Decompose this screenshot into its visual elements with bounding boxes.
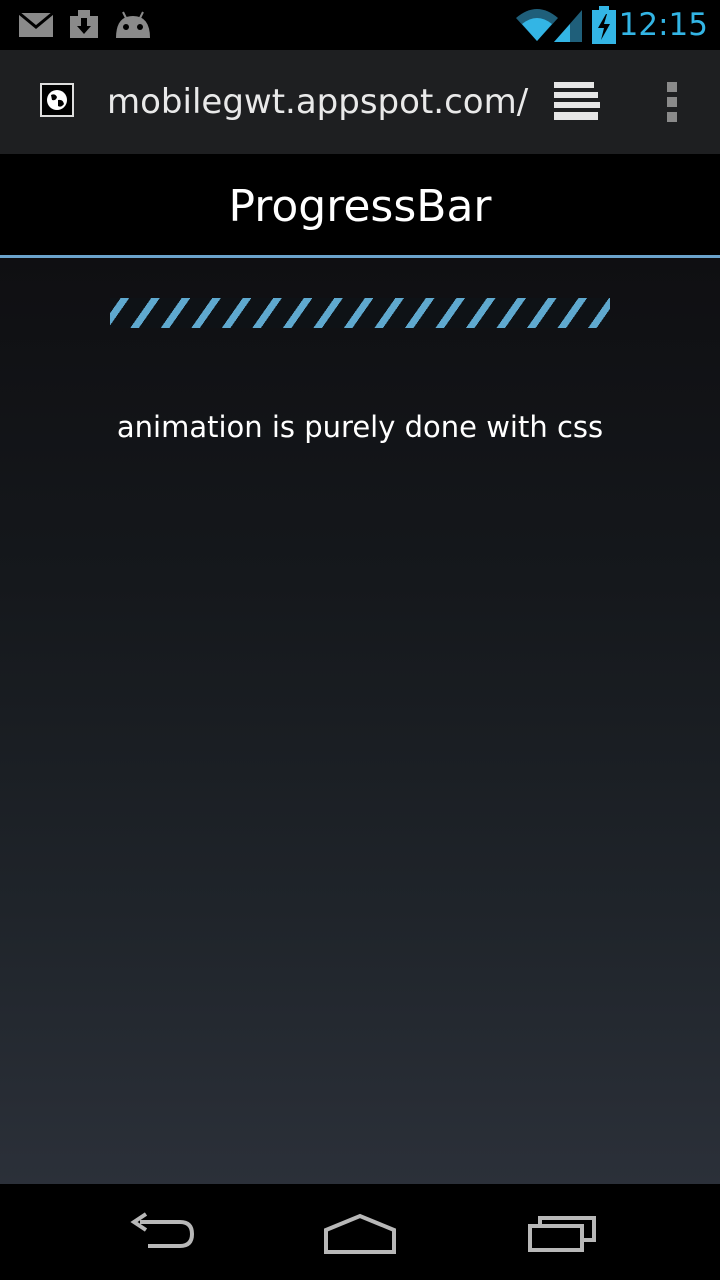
status-time: 12:15 [618, 7, 708, 43]
tabs-icon [554, 82, 600, 120]
browser-url-bar: mobilegwt.appspot.com/ [0, 50, 720, 154]
status-bar: 12:15 [0, 0, 720, 50]
progress-bar [110, 298, 610, 328]
globe-icon [40, 83, 74, 117]
screen: 12:15 mobilegwt.appspot.com/ ProgressBar… [0, 0, 720, 1280]
home-icon [324, 1213, 396, 1254]
android-icon [114, 10, 152, 44]
page-content: animation is purely done with css [0, 258, 720, 1184]
tabs-button[interactable] [548, 78, 604, 126]
home-button[interactable] [316, 1206, 406, 1258]
overflow-menu-icon [667, 82, 677, 122]
overflow-menu-button[interactable] [656, 78, 688, 126]
signal-icon [554, 8, 584, 46]
navigation-bar [0, 1184, 720, 1280]
url-field[interactable]: mobilegwt.appspot.com/ [107, 80, 528, 124]
page-title: ProgressBar [228, 181, 492, 232]
back-button[interactable] [118, 1206, 208, 1258]
download-icon [66, 8, 102, 44]
progress-fill [110, 298, 610, 328]
wifi-icon [516, 8, 558, 46]
recent-apps-button[interactable] [520, 1206, 610, 1258]
battery-charging-icon [592, 6, 616, 48]
page-header: ProgressBar [0, 154, 720, 258]
recent-apps-icon [528, 1216, 596, 1252]
caption-text: animation is purely done with css [116, 410, 604, 444]
gmail-icon [18, 11, 54, 42]
back-icon [130, 1212, 195, 1248]
